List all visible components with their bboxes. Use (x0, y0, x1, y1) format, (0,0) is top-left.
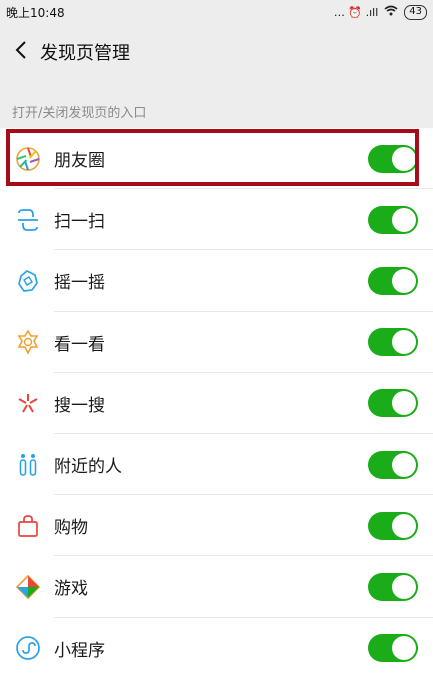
status-indicators: … ⏰ .ıll 43 (333, 4, 427, 20)
battery-indicator: 43 (404, 4, 427, 20)
toggle-search[interactable] (368, 389, 418, 418)
screen: 晚上10:48 … ⏰ .ıll 43 发现页管理 打开/关闭发现页的入口 朋友… (0, 0, 433, 676)
list-item-people-nearby[interactable]: 附近的人 (0, 434, 433, 496)
toggle-games[interactable] (368, 572, 418, 601)
moments-icon (14, 145, 42, 173)
mini-programs-icon (14, 634, 42, 662)
list-item-label: 朋友圈 (54, 151, 105, 172)
list-item-label: 附近的人 (54, 457, 122, 478)
discover-entry-list: 朋友圈 扫一扫 摇一摇 看一看 搜一搜 附近的人 购物 游戏 小程序 (0, 128, 433, 676)
list-item-top-stories[interactable]: 看一看 (0, 312, 433, 373)
status-bar: 晚上10:48 … ⏰ .ıll 43 (0, 0, 433, 24)
section-label: 打开/关闭发现页的入口 (12, 106, 147, 121)
page-title: 发现页管理 (40, 43, 130, 64)
shake-icon (14, 267, 42, 295)
list-item-moments[interactable]: 朋友圈 (0, 128, 433, 190)
top-stories-icon (14, 328, 42, 356)
status-time: 晚上10:48 (6, 5, 65, 20)
wifi-icon (384, 5, 398, 19)
games-icon (14, 573, 42, 601)
scan-icon (14, 206, 42, 234)
back-button[interactable] (6, 32, 36, 72)
list-item-games[interactable]: 游戏 (0, 556, 433, 618)
list-item-mini-programs[interactable]: 小程序 (0, 618, 433, 676)
list-item-shopping[interactable]: 购物 (0, 495, 433, 557)
list-item-shake[interactable]: 摇一摇 (0, 250, 433, 312)
list-item-label: 搜一搜 (54, 395, 105, 416)
search-icon (14, 389, 42, 417)
toggle-scan[interactable] (368, 205, 418, 234)
toggle-people-nearby[interactable] (368, 450, 418, 479)
toggle-shopping[interactable] (368, 511, 418, 540)
toggle-shake[interactable] (368, 266, 418, 295)
list-item-label: 看一看 (54, 334, 105, 355)
list-item-label: 购物 (54, 518, 88, 539)
list-item-label: 摇一摇 (54, 273, 105, 294)
list-item-search[interactable]: 搜一搜 (0, 373, 433, 435)
header: 发现页管理 (0, 26, 433, 78)
list-item-label: 小程序 (54, 640, 105, 661)
list-item-scan[interactable]: 扫一扫 (0, 189, 433, 251)
list-item-label: 游戏 (54, 579, 88, 600)
chevron-left-icon (15, 40, 27, 64)
status-icons: … ⏰ .ıll (333, 5, 379, 19)
list-item-label: 扫一扫 (54, 212, 105, 233)
toggle-top-stories[interactable] (368, 328, 418, 357)
shopping-bag-icon (14, 512, 42, 540)
toggle-moments[interactable] (368, 144, 418, 173)
toggle-mini-programs[interactable] (368, 634, 418, 663)
people-nearby-icon (14, 451, 42, 479)
